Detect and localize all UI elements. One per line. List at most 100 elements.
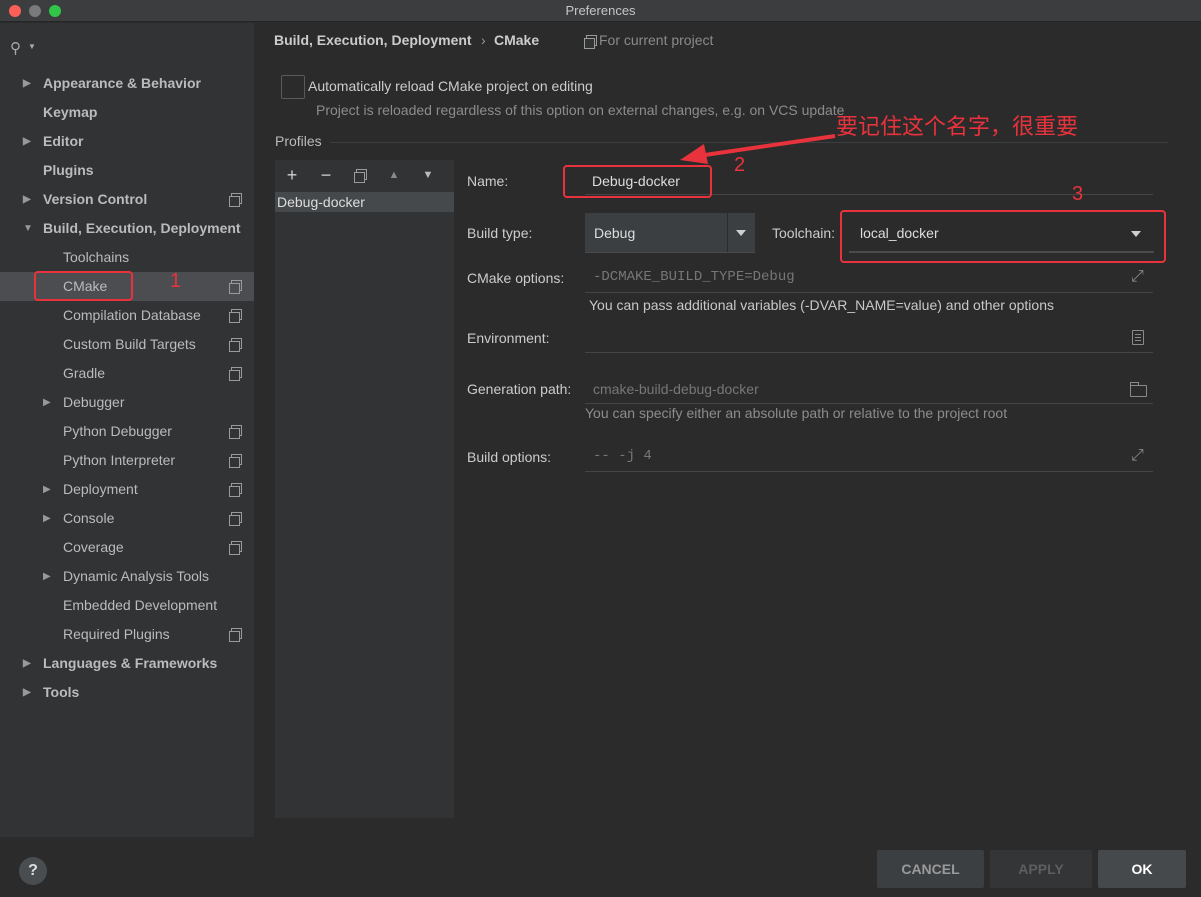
sidebar-item-python-interpreter[interactable]: Python Interpreter <box>0 446 254 475</box>
project-scope-icon <box>229 425 242 439</box>
project-scope-icon <box>229 541 242 555</box>
project-scope-icon <box>229 628 242 642</box>
sidebar-item-label: Editor <box>43 133 84 149</box>
sidebar-item-label: Plugins <box>43 162 94 178</box>
sidebar-item-label: Compilation Database <box>63 307 201 323</box>
settings-search[interactable]: ⚲ ▼ <box>10 37 244 57</box>
cancel-button[interactable]: CANCEL <box>877 850 984 888</box>
sidebar-item-label: Embedded Development <box>63 597 218 613</box>
annotation-box-cmake <box>34 271 133 301</box>
chevron-right-icon[interactable]: ▶ <box>23 678 31 707</box>
expand-icon[interactable] <box>1131 447 1145 465</box>
search-icon[interactable]: ⚲ <box>10 39 21 57</box>
chevron-down-icon <box>736 230 746 236</box>
remove-profile-button[interactable]: − <box>315 164 337 186</box>
sidebar-item-label: Python Debugger <box>63 423 172 439</box>
sidebar-item-debugger[interactable]: ▶ Debugger <box>0 388 254 417</box>
project-scope-label: For current project <box>599 32 714 48</box>
generation-path-hint: You can specify either an absolute path … <box>585 405 1008 421</box>
build-options-input[interactable]: -- -j 4 <box>593 448 652 464</box>
sidebar-item-tools[interactable]: ▶ Tools <box>0 678 254 707</box>
sidebar-item-custom-build-targets[interactable]: Custom Build Targets <box>0 330 254 359</box>
move-up-button[interactable]: ▲ <box>383 164 405 186</box>
sidebar-item-version-control[interactable]: ▶ Version Control <box>0 185 254 214</box>
chevron-right-icon[interactable]: ▶ <box>23 69 31 98</box>
chevron-right-icon[interactable]: ▶ <box>43 504 51 533</box>
document-icon[interactable] <box>1132 330 1144 345</box>
project-scope-icon <box>229 338 242 352</box>
profile-list-item[interactable]: Debug-docker <box>275 192 454 212</box>
window-title: Preferences <box>565 3 636 18</box>
name-label: Name: <box>467 173 509 189</box>
chevron-right-icon[interactable]: ▶ <box>23 649 31 678</box>
cmake-options-input[interactable]: -DCMAKE_BUILD_TYPE=Debug <box>593 269 795 285</box>
sidebar-item-build-execution-deployment[interactable]: ▼ Build, Execution, Deployment <box>0 214 254 243</box>
environment-label: Environment: <box>467 330 550 346</box>
sidebar-item-dynamic-analysis-tools[interactable]: ▶ Dynamic Analysis Tools <box>0 562 254 591</box>
minimize-window-button[interactable] <box>29 5 41 17</box>
profiles-title: Profiles <box>275 133 322 149</box>
sidebar-item-label: Toolchains <box>63 249 130 265</box>
expand-icon[interactable] <box>1131 268 1145 286</box>
sidebar-item-plugins[interactable]: Plugins <box>0 156 254 185</box>
project-scope-icon <box>229 367 242 381</box>
auto-reload-checkbox[interactable] <box>281 75 305 99</box>
annotation-number-3: 3 <box>1072 183 1084 205</box>
copy-icon <box>354 169 367 183</box>
project-scope-icon <box>229 309 242 323</box>
breadcrumb-current: CMake <box>494 32 540 48</box>
sidebar-item-label: Version Control <box>43 191 148 207</box>
sidebar-item-label: Keymap <box>43 104 98 120</box>
chevron-right-icon[interactable]: ▶ <box>43 562 51 591</box>
sidebar-item-editor[interactable]: ▶ Editor <box>0 127 254 156</box>
chevron-right-icon[interactable]: ▶ <box>23 127 31 156</box>
close-window-button[interactable] <box>9 5 21 17</box>
chevron-down-icon[interactable]: ▼ <box>23 214 33 243</box>
sidebar-item-languages-frameworks[interactable]: ▶ Languages & Frameworks <box>0 649 254 678</box>
build-type-dropdown-button[interactable] <box>727 213 754 252</box>
generation-path-input[interactable]: cmake-build-debug-docker <box>593 381 759 397</box>
breadcrumb-parent[interactable]: Build, Execution, Deployment <box>274 32 472 48</box>
sidebar-item-label: Console <box>63 510 115 526</box>
sidebar-item-appearance-behavior[interactable]: ▶ Appearance & Behavior <box>0 69 254 98</box>
generation-path-label: Generation path: <box>467 381 572 397</box>
window-titlebar: Preferences <box>0 0 1201 22</box>
auto-reload-label[interactable]: Automatically reload CMake project on ed… <box>308 78 593 94</box>
add-profile-button[interactable]: + <box>281 164 303 186</box>
sidebar-item-deployment[interactable]: ▶ Deployment <box>0 475 254 504</box>
sidebar-item-keymap[interactable]: Keymap <box>0 98 254 127</box>
zoom-window-button[interactable] <box>49 5 61 17</box>
annotation-number-1: 1 <box>170 270 182 292</box>
sidebar-item-embedded-development[interactable]: Embedded Development <box>0 591 254 620</box>
sidebar-item-required-plugins[interactable]: Required Plugins <box>0 620 254 649</box>
sidebar-item-compilation-database[interactable]: Compilation Database <box>0 301 254 330</box>
chevron-down-icon[interactable]: ▼ <box>28 42 36 51</box>
ok-button[interactable]: OK <box>1098 850 1186 888</box>
cmake-options-underline <box>585 292 1153 293</box>
sidebar-item-gradle[interactable]: Gradle <box>0 359 254 388</box>
chevron-right-icon[interactable]: ▶ <box>23 185 31 214</box>
annotation-note: 要记住这个名字，很重要 <box>836 114 1079 139</box>
build-type-label: Build type: <box>467 225 533 241</box>
chevron-right-icon[interactable]: ▶ <box>43 475 51 504</box>
sidebar-item-label: Build, Execution, Deployment <box>43 220 241 236</box>
sidebar-item-toolchains[interactable]: Toolchains <box>0 243 254 272</box>
sidebar-item-console[interactable]: ▶ Console <box>0 504 254 533</box>
folder-icon[interactable] <box>1130 382 1147 397</box>
move-down-button[interactable]: ▼ <box>417 164 439 186</box>
sidebar-item-label: Deployment <box>63 481 138 497</box>
copy-profile-button[interactable] <box>349 164 371 186</box>
project-scope-icon <box>229 483 242 497</box>
sidebar-divider <box>254 23 255 837</box>
chevron-right-icon[interactable]: ▶ <box>43 388 51 417</box>
sidebar-item-label: Tools <box>43 684 80 700</box>
sidebar-item-python-debugger[interactable]: Python Debugger <box>0 417 254 446</box>
profile-list: + − ▲ ▼ Debug-docker <box>275 160 454 818</box>
sidebar-item-label: Languages & Frameworks <box>43 655 218 671</box>
sidebar-item-coverage[interactable]: Coverage <box>0 533 254 562</box>
project-scope-icon <box>584 35 597 49</box>
build-type-select[interactable]: Debug <box>585 213 755 253</box>
help-button[interactable]: ? <box>19 857 47 885</box>
apply-button[interactable]: APPLY <box>990 850 1092 888</box>
settings-sidebar: ⚲ ▼ ▶ Appearance & Behavior Keymap ▶ Editor P… <box>0 23 254 837</box>
